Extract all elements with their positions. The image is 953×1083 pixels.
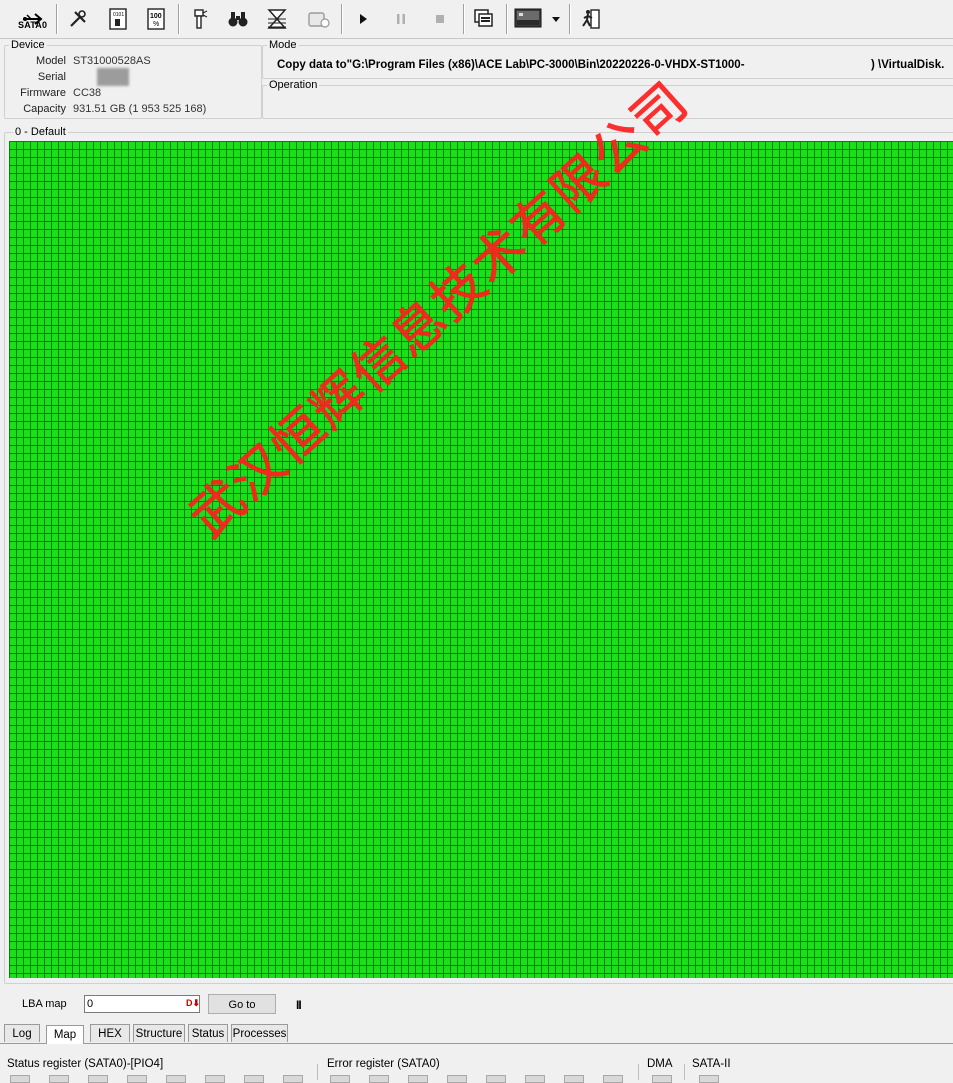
firmware-value: CC38: [73, 87, 102, 99]
device-row-firmware: Firmware CC38: [0, 87, 260, 101]
model-value: ST31000528AS: [73, 55, 151, 67]
footer-separator: [684, 1064, 685, 1080]
dma-led: [652, 1075, 672, 1083]
dropdown-arrow-icon[interactable]: [546, 3, 566, 35]
operation-title: Operation: [267, 79, 320, 91]
erase-icon[interactable]: [302, 3, 334, 35]
status-led: [10, 1075, 30, 1083]
status-led: [244, 1075, 264, 1083]
pause-icon[interactable]: [385, 3, 417, 35]
device-row-capacity: Capacity 931.51 GB (1 953 525 168): [0, 103, 260, 117]
svg-text:%: %: [153, 21, 159, 28]
lba-unit-icon[interactable]: D⬇: [186, 998, 200, 1009]
svg-text:100: 100: [150, 13, 162, 20]
toolbar: SATA0 0101 100%: [0, 0, 953, 39]
error-led: [447, 1075, 467, 1083]
capacity-value: 931.51 GB (1 953 525 168): [73, 103, 207, 115]
toolbar-separator: [341, 4, 343, 34]
device-title: Device: [9, 39, 47, 51]
lba-map-label: LBA map: [22, 998, 67, 1010]
tab-hex[interactable]: HEX: [90, 1024, 130, 1042]
id-sheet-icon[interactable]: 0101: [102, 3, 134, 35]
copy-windows-icon[interactable]: [468, 3, 500, 35]
status-led: [166, 1075, 186, 1083]
footer-separator: [317, 1064, 318, 1080]
tools-icon[interactable]: [62, 3, 94, 35]
svg-text:0101: 0101: [113, 12, 124, 18]
image-monitor-icon[interactable]: [511, 3, 545, 35]
toolbar-separator: [569, 4, 571, 34]
toolbar-separator: [506, 4, 508, 34]
error-register-label: Error register (SATA0): [327, 1058, 440, 1070]
mode-title: Mode: [267, 39, 299, 51]
mode-text: Copy data to"G:\Program Files (x86)\ACE …: [277, 59, 745, 71]
toolbar-separator: [463, 4, 465, 34]
error-led: [369, 1075, 389, 1083]
error-led: [603, 1075, 623, 1083]
tab-map[interactable]: Map: [46, 1025, 84, 1044]
device-row-model: Model ST31000528AS: [0, 55, 260, 69]
serial-redaction: [97, 68, 129, 86]
flashlight-icon[interactable]: [184, 3, 216, 35]
toolbar-separator: [56, 4, 58, 34]
status-register-label: Status register (SATA0)-[PIO4]: [7, 1058, 164, 1070]
serial-label: Serial: [37, 71, 66, 83]
tab-status[interactable]: Status: [188, 1024, 228, 1042]
sata-led: [699, 1075, 719, 1083]
error-led: [408, 1075, 428, 1083]
sata-port-icon[interactable]: [16, 3, 52, 35]
map-title: 0 - Default: [13, 126, 68, 138]
toolbar-separator: [178, 4, 180, 34]
lba-input[interactable]: [84, 995, 200, 1013]
exit-icon[interactable]: [575, 3, 607, 35]
status-led: [88, 1075, 108, 1083]
goto-button[interactable]: Go to: [208, 994, 276, 1014]
status-led: [49, 1075, 69, 1083]
device-row-serial: Serial: [0, 71, 260, 85]
tab-log[interactable]: Log: [4, 1024, 40, 1042]
dma-label: DMA: [647, 1058, 673, 1070]
tab-structure[interactable]: Structure: [133, 1024, 185, 1042]
hundred-percent-icon[interactable]: 100%: [140, 3, 172, 35]
port-label: SATA0: [18, 20, 48, 30]
model-label: Model: [36, 55, 66, 67]
play-icon[interactable]: [347, 3, 379, 35]
error-led: [525, 1075, 545, 1083]
error-led: [330, 1075, 350, 1083]
error-led: [564, 1075, 584, 1083]
firmware-label: Firmware: [20, 87, 66, 99]
tab-strip-line: [0, 1043, 953, 1044]
status-led: [205, 1075, 225, 1083]
error-led: [486, 1075, 506, 1083]
footer-separator: [638, 1064, 639, 1080]
status-led: [283, 1075, 303, 1083]
mode-redaction: [777, 58, 871, 72]
tab-processes[interactable]: Processes: [231, 1024, 288, 1042]
status-led: [127, 1075, 147, 1083]
stop-icon[interactable]: [424, 3, 456, 35]
sata-label: SATA-II: [692, 1058, 731, 1070]
binoculars-icon[interactable]: [222, 3, 254, 35]
map-pause-button[interactable]: II: [296, 998, 302, 1012]
mode-text-tail: ) \VirtualDisk.: [871, 59, 945, 71]
capacity-label: Capacity: [23, 103, 66, 115]
hourglass-icon[interactable]: [261, 3, 293, 35]
